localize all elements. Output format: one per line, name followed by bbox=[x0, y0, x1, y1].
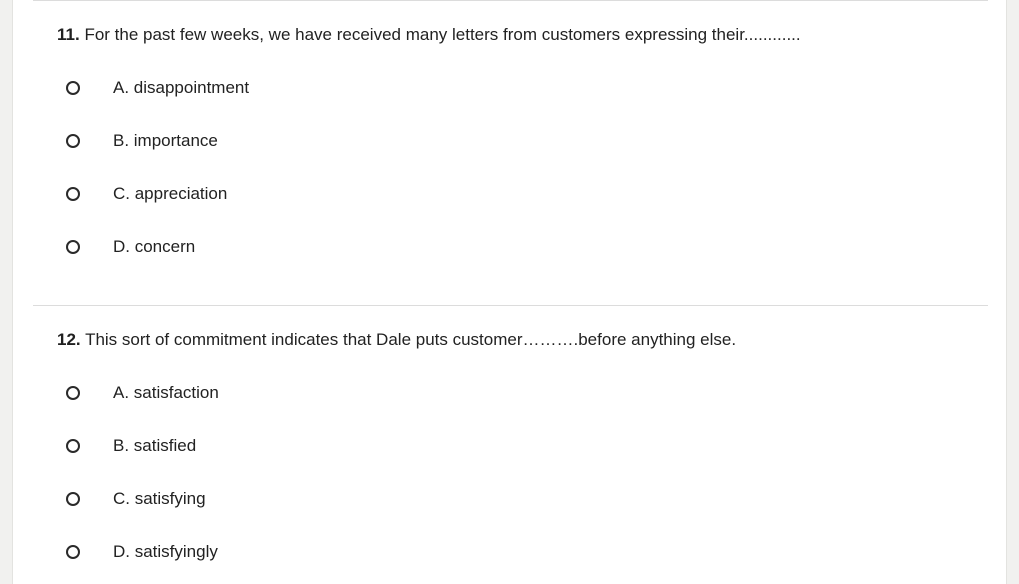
question-number: 11. bbox=[57, 25, 80, 44]
option-label: D. satisfyingly bbox=[113, 542, 218, 561]
option-label: C. appreciation bbox=[113, 184, 228, 203]
option-label: B. satisfied bbox=[113, 436, 197, 455]
option-label: A. disappointment bbox=[113, 78, 250, 97]
question-text: This sort of commitment indicates that D… bbox=[85, 330, 737, 349]
question-text: For the past few weeks, we have received… bbox=[84, 25, 801, 44]
radio-unchecked-icon[interactable] bbox=[66, 545, 80, 559]
radio-unchecked-icon[interactable] bbox=[66, 81, 80, 95]
option-a[interactable]: A. disappointment bbox=[57, 76, 249, 100]
question-prompt: 11. For the past few weeks, we have rece… bbox=[57, 25, 977, 45]
option-c[interactable]: C. appreciation bbox=[57, 182, 227, 206]
option-d[interactable]: D. concern bbox=[57, 235, 195, 259]
radio-unchecked-icon[interactable] bbox=[66, 386, 80, 400]
question-11: 11. For the past few weeks, we have rece… bbox=[57, 25, 977, 256]
question-prompt: 12. This sort of commitment indicates th… bbox=[57, 330, 977, 350]
option-label: C. satisfying bbox=[113, 489, 206, 508]
quiz-panel: 11. For the past few weeks, we have rece… bbox=[12, 0, 1007, 584]
radio-unchecked-icon[interactable] bbox=[66, 240, 80, 254]
radio-unchecked-icon[interactable] bbox=[66, 134, 80, 148]
option-c[interactable]: C. satisfying bbox=[57, 487, 206, 511]
option-label: A. satisfaction bbox=[113, 383, 219, 402]
option-label: D. concern bbox=[113, 237, 196, 256]
option-b[interactable]: B. importance bbox=[57, 129, 218, 153]
option-label: B. importance bbox=[113, 131, 218, 150]
radio-unchecked-icon[interactable] bbox=[66, 492, 80, 506]
radio-unchecked-icon[interactable] bbox=[66, 187, 80, 201]
option-d[interactable]: D. satisfyingly bbox=[57, 540, 218, 564]
option-a[interactable]: A. satisfaction bbox=[57, 381, 219, 405]
radio-unchecked-icon[interactable] bbox=[66, 439, 80, 453]
section-divider bbox=[33, 0, 988, 1]
section-divider bbox=[33, 305, 988, 306]
question-12: 12. This sort of commitment indicates th… bbox=[57, 330, 977, 561]
option-b[interactable]: B. satisfied bbox=[57, 434, 196, 458]
question-number: 12. bbox=[57, 330, 81, 349]
